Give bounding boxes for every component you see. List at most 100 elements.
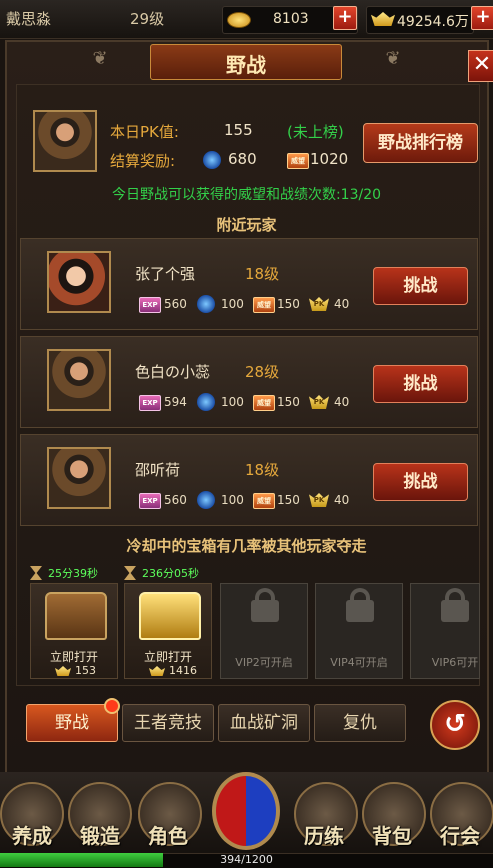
orb-icon [197, 393, 215, 411]
chest-timer-text: 25分39秒 [48, 567, 98, 580]
prestige-icon: 威望 [253, 297, 275, 313]
exp-icon: EXP [139, 395, 161, 411]
prestige-icon: 威望 [253, 395, 275, 411]
exp-value: 594 [164, 395, 187, 409]
chest-cost: 1416 [169, 664, 197, 677]
pk-icon: PK [309, 395, 329, 409]
opponent-level: 18级 [245, 265, 280, 283]
top-bar: 戴思淼 29级 8103 + 49254.6万 + [0, 0, 493, 39]
prestige-icon: 威望 [287, 153, 309, 169]
ingot-icon [149, 666, 165, 676]
opponent-level: 28级 [245, 363, 280, 381]
orb-value: 100 [221, 395, 244, 409]
pk-value: 40 [334, 493, 350, 507]
chest-timer: 236分05秒 [124, 565, 199, 581]
opponent-avatar [47, 251, 111, 313]
close-button[interactable]: ✕ [468, 50, 493, 82]
nav-guild-label: 行会 [440, 824, 480, 848]
pk-value: 155 [224, 121, 253, 139]
orb-icon [197, 295, 215, 313]
nav-character-label: 角色 [148, 824, 188, 848]
challenge-button[interactable]: 挑战 [373, 365, 468, 403]
mode-tabs: 野战 王者竞技 血战矿洞 复仇 [16, 690, 482, 746]
wooden-chest-icon [45, 592, 107, 640]
nearby-title: 附近玩家 [216, 216, 277, 234]
vip-lock-label: VIP4可开启 [330, 656, 388, 669]
prestige-icon: 威望 [253, 493, 275, 509]
chest-cost: 153 [75, 664, 96, 677]
ingot-value: 49254.6万 [397, 14, 469, 30]
player-avatar [33, 110, 97, 172]
orb-value: 100 [221, 493, 244, 507]
prestige-value: 150 [277, 297, 300, 311]
locked-chest-slot[interactable]: VIP6可开 [410, 583, 480, 679]
panel-titlebar: 野战 [150, 44, 342, 80]
opponent-avatar [47, 447, 111, 509]
xp-text: 394/1200 [220, 853, 273, 866]
pk-value: 40 [334, 297, 350, 311]
list-item: 色白の小蕊 28级 EXP 594 100 威望 150 PK 40 挑战 [20, 336, 478, 428]
add-ingot-button[interactable]: + [471, 6, 493, 30]
nav-bag-label: 背包 [372, 824, 412, 848]
nav-cultivate-label: 养成 [12, 824, 52, 848]
tab-revenge[interactable]: 复仇 [314, 704, 406, 742]
open-now-label: 立即打开 [143, 650, 192, 664]
chest-slot[interactable]: 立即打开 153 [30, 583, 118, 679]
chest-timer-text: 236分05秒 [142, 567, 199, 580]
challenge-button[interactable]: 挑战 [373, 463, 468, 501]
hourglass-icon [124, 566, 136, 580]
player-name: 戴思淼 [6, 10, 52, 28]
daily-notice: 今日野战可以获得的威望和战绩次数:13/20 [111, 187, 382, 203]
reward-orb-value: 680 [228, 150, 257, 168]
opponent-name: 邵听荷 [135, 461, 181, 479]
hp-mp-orb [212, 772, 280, 850]
reward-prestige-value: 1020 [310, 150, 349, 168]
nav-forge-label: 锻造 [80, 824, 120, 848]
tab-king-arena[interactable]: 王者竞技 [122, 704, 214, 742]
prestige-value: 150 [277, 395, 300, 409]
chest-timer: 25分39秒 [30, 565, 98, 581]
ingot-icon [55, 666, 71, 676]
ingot-box: 49254.6万 [366, 6, 474, 34]
tab-blood-mine[interactable]: 血战矿洞 [218, 704, 310, 742]
opponent-name: 张了个强 [135, 265, 196, 283]
orb-icon [203, 151, 221, 169]
left-ornament-icon: ❦ [92, 48, 108, 69]
hourglass-icon [30, 566, 42, 580]
locked-chest-slot[interactable]: VIP2可开启 [220, 583, 308, 679]
list-item: 邵听荷 18级 EXP 560 100 威望 150 PK 40 挑战 [20, 434, 478, 526]
exp-icon: EXP [139, 297, 161, 313]
pk-value: 40 [334, 395, 350, 409]
opponent-level: 18级 [245, 461, 280, 479]
panel-title: 野战 [226, 53, 266, 77]
prestige-value: 150 [277, 493, 300, 507]
reward-label: 结算奖励: [110, 152, 176, 170]
orb-value: 100 [221, 297, 244, 311]
pk-icon: PK [309, 493, 329, 507]
pk-status: (未上榜) [287, 123, 344, 141]
vip-lock-label: VIP2可开启 [235, 656, 293, 669]
challenge-button[interactable]: 挑战 [373, 267, 468, 305]
coin-icon [227, 12, 251, 28]
add-coin-button[interactable]: + [333, 6, 357, 30]
coin-value: 8103 [273, 11, 309, 27]
notification-dot [104, 698, 120, 714]
exp-icon: EXP [139, 493, 161, 509]
pk-label: 本日PK值: [110, 123, 179, 141]
ingot-icon [371, 12, 395, 26]
pk-icon: PK [309, 297, 329, 311]
back-button[interactable]: ↺ [430, 700, 480, 750]
chest-slot[interactable]: 立即打开 1416 [124, 583, 212, 679]
golden-chest-icon [139, 592, 201, 640]
locked-chest-slot[interactable]: VIP4可开启 [315, 583, 403, 679]
chest-warning: 冷却中的宝箱有几率被其他玩家夺走 [126, 537, 367, 555]
vip-lock-label: VIP6可开 [431, 656, 479, 669]
list-item: 张了个强 18级 EXP 560 100 威望 150 PK 40 挑战 [20, 238, 478, 330]
opponent-name: 色白の小蕊 [135, 363, 211, 381]
open-now-label: 立即打开 [49, 650, 98, 664]
field-ranking-button[interactable]: 野战排行榜 [363, 123, 478, 163]
exp-value: 560 [164, 493, 187, 507]
right-ornament-icon: ❦ [385, 48, 401, 69]
nav-training-label: 历练 [304, 824, 344, 848]
player-level: 29级 [130, 10, 165, 28]
